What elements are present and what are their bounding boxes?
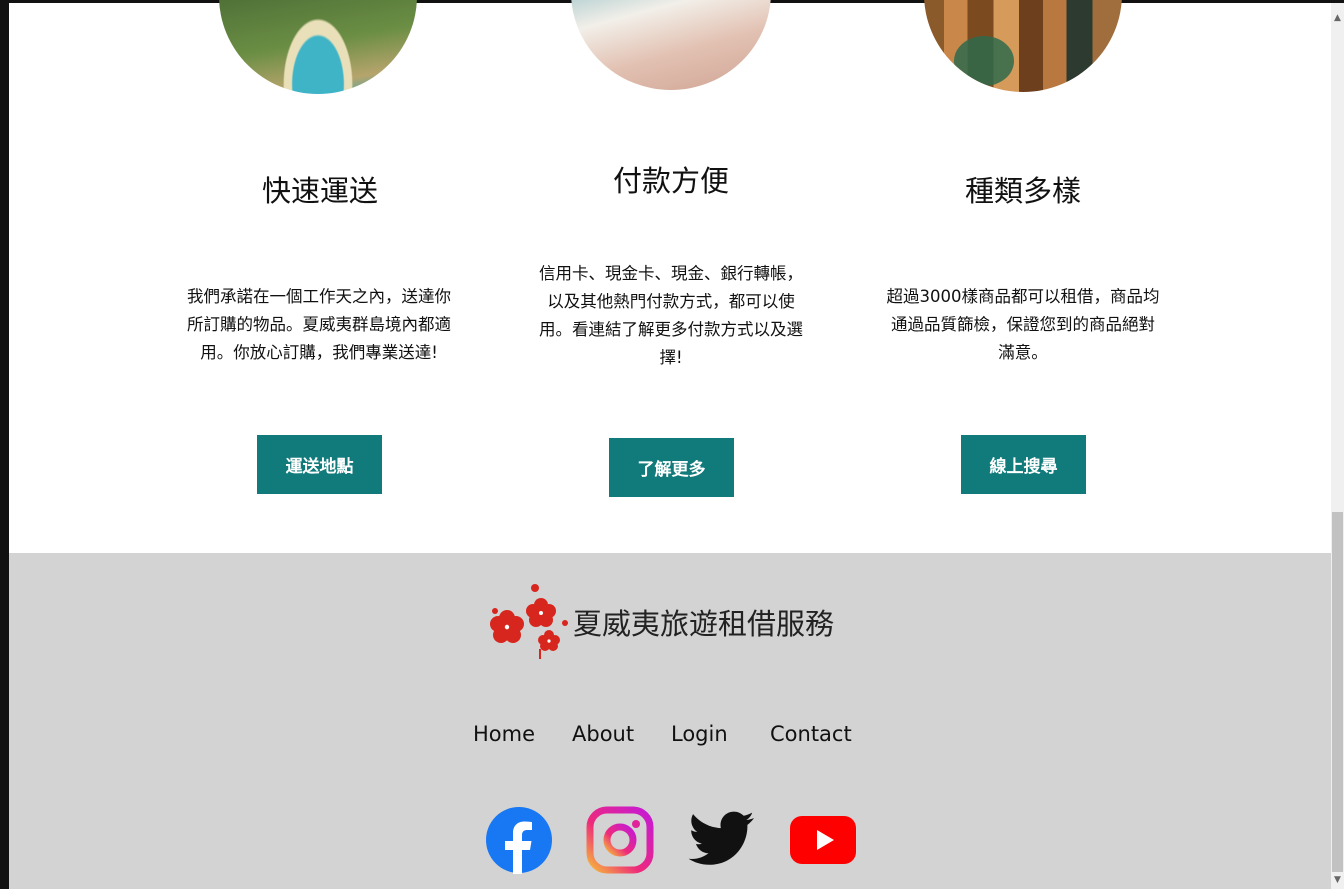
feature-desc-variety: 超過3000樣商品都可以租借，商品均 通過品質篩檢，保證您到的商品絕對 滿意。 [858,283,1188,367]
desc-line: 信用卡、現金卡、現金、銀行轉帳， [539,264,803,283]
desc-line: 以及其他熱門付款方式，都可以使 [547,292,795,311]
feature-desc-payment: 信用卡、現金卡、現金、銀行轉帳， 以及其他熱門付款方式，都可以使 用。看連結了解… [506,260,836,372]
nav-contact-link[interactable]: Contact [770,722,852,746]
scroll-up-arrow-icon[interactable]: ▲ [1331,12,1344,24]
twitter-icon[interactable] [688,806,756,874]
hibiscus-logo-icon [490,584,568,659]
desc-line: 擇! [659,348,683,367]
feature-title-delivery: 快速運送 [261,174,378,208]
instagram-icon[interactable] [586,806,654,874]
desc-line: 用。你放心訂購，我們專業送達! [200,343,438,362]
delivery-locations-button[interactable]: 運送地點 [257,435,382,494]
scrollbar-thumb[interactable] [1332,512,1343,872]
footer-brand[interactable]: 夏威夷旅遊租借服務 [489,583,834,661]
brand-name: 夏威夷旅遊租借服務 [573,607,835,641]
online-search-button[interactable]: 線上搜尋 [961,435,1086,494]
nav-login-link[interactable]: Login [671,722,728,746]
learn-more-button[interactable]: 了解更多 [609,438,734,497]
desc-line: 通過品質篩檢，保證您到的商品絕對 [891,315,1155,334]
feature-title-variety: 種類多樣 [964,174,1081,208]
desc-line: 所訂購的物品。夏威夷群島境內都適 [187,315,451,334]
nav-about-link[interactable]: About [572,722,634,746]
facebook-icon[interactable] [485,806,553,874]
desc-line: 用。看連結了解更多付款方式以及選 [539,320,803,339]
nav-home-link[interactable]: Home [473,722,535,746]
desc-line: 滿意。 [998,343,1048,362]
scroll-down-arrow-icon[interactable]: ▼ [1331,874,1344,886]
feature-desc-delivery: 我們承諾在一個工作天之內，送達你 所訂購的物品。夏威夷群島境內都適 用。你放心訂… [154,283,484,367]
youtube-icon[interactable] [789,806,857,874]
feature-title-payment: 付款方便 [612,164,729,198]
desc-line: 我們承諾在一個工作天之內，送達你 [187,287,451,306]
desc-line: 超過3000樣商品都可以租借，商品均 [886,287,1160,306]
